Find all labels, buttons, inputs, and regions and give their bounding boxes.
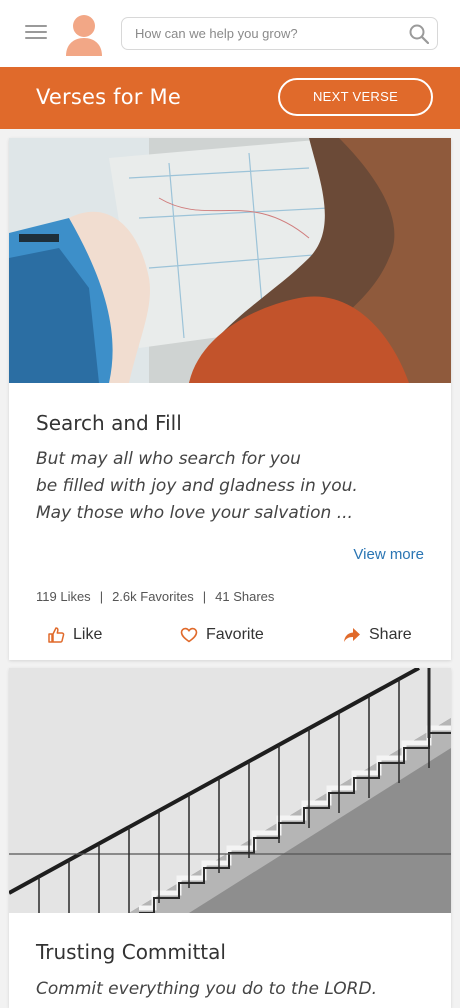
favorite-label: Favorite [206,626,264,643]
share-button[interactable]: Share [343,621,412,649]
verse-line: be filled with joy and gladness in you. [36,476,358,496]
verse-card: Trusting Committal Commit everything you… [9,668,451,1008]
verse-title: Search and Fill [36,411,182,435]
verse-actions: Like Favorite Share [9,621,451,649]
share-label: Share [369,626,412,643]
verse-line: But may all who search for you [36,449,301,469]
hamburger-menu-icon[interactable] [25,25,47,43]
like-label: Like [73,626,103,643]
share-arrow-icon [344,628,360,642]
stats-separator: | [99,589,104,604]
staircase-image [9,668,451,913]
avatar-icon[interactable] [65,14,103,56]
top-bar [0,0,460,67]
verse-text: But may all who search for you be filled… [36,446,358,527]
likes-count: 119 Likes [36,589,91,604]
thumbs-up-icon [48,627,65,643]
favorite-button[interactable]: Favorite [180,621,264,649]
verse-stats: 119 Likes | 2.6k Favorites | 41 Shares [36,589,274,604]
stats-separator: | [202,589,207,604]
view-more-link[interactable]: View more [353,546,424,563]
page-title: Verses for Me [36,85,181,109]
verse-title: Trusting Committal [36,940,226,964]
like-button[interactable]: Like [47,621,102,649]
verse-text: Commit everything you do to the LORD. [36,976,377,1003]
verse-line: May those who love your salvation ... [36,503,353,523]
shares-count: 41 Shares [215,589,275,604]
heart-icon [180,627,198,643]
verse-line: Commit everything you do to the LORD. [36,979,377,999]
verses-header: Verses for Me NEXT VERSE [0,67,460,129]
travel-map-image [9,138,451,383]
next-verse-button[interactable]: NEXT VERSE [278,78,433,116]
verse-card: Search and Fill But may all who search f… [9,138,451,660]
favorites-count: 2.6k Favorites [112,589,194,604]
search-icon[interactable] [409,24,429,44]
search-field [121,17,438,50]
search-input[interactable] [122,18,392,49]
